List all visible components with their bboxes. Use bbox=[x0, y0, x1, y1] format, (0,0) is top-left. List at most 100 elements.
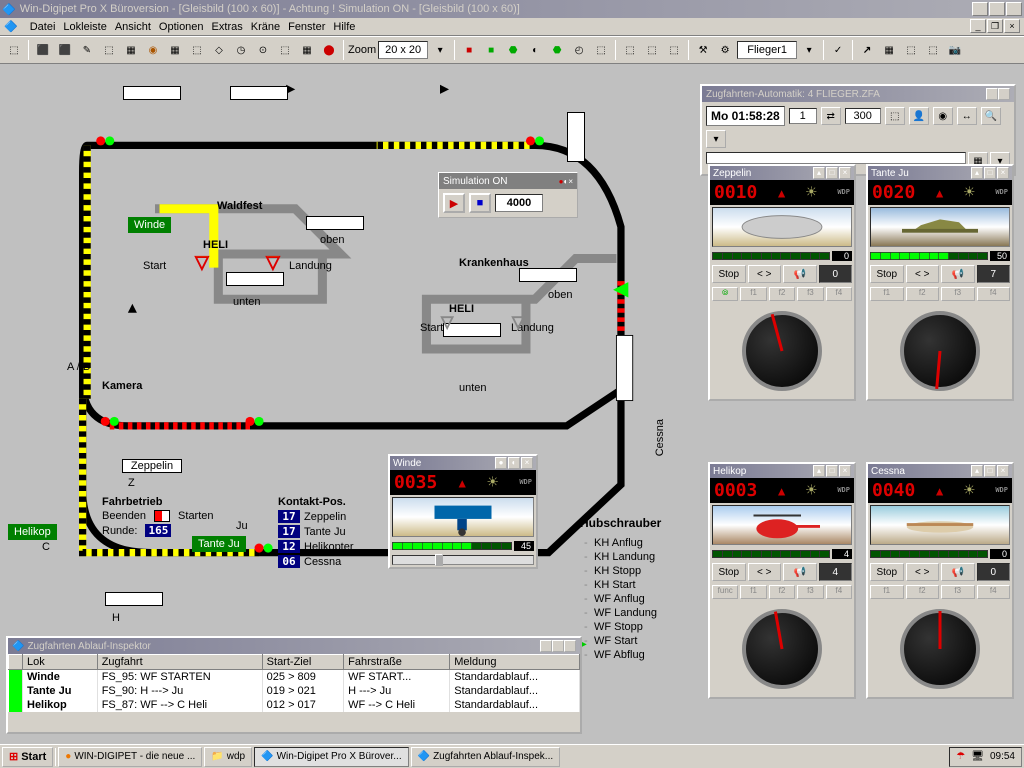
panel-btn[interactable]: □ bbox=[826, 465, 838, 477]
auto-icon[interactable]: ⬚ bbox=[885, 107, 905, 125]
tb-icon[interactable]: ⬣ bbox=[503, 40, 523, 60]
tb-icon[interactable]: ◴ bbox=[569, 40, 589, 60]
sim-play-button[interactable]: ▶ bbox=[443, 193, 465, 213]
val-button[interactable]: 7 bbox=[977, 265, 1011, 283]
f1-button[interactable]: f1 bbox=[740, 585, 766, 599]
helikop-tag[interactable]: Helikop bbox=[8, 524, 57, 540]
tb-icon[interactable]: ⬚ bbox=[99, 40, 119, 60]
tb-icon[interactable]: ⬚ bbox=[187, 40, 207, 60]
slider[interactable] bbox=[392, 555, 534, 565]
dir-button[interactable]: < > bbox=[906, 563, 940, 581]
menu-kraene[interactable]: Kräne bbox=[251, 21, 280, 33]
tb-icon[interactable]: ■ bbox=[459, 40, 479, 60]
child-minimize-button[interactable]: _ bbox=[970, 19, 986, 33]
stop-button[interactable]: Stop bbox=[712, 563, 746, 581]
menu-lokleiste[interactable]: Lokleiste bbox=[63, 21, 106, 33]
auto-icon[interactable]: 🔍 bbox=[981, 107, 1001, 125]
hub-item-active[interactable]: ▶WF Start bbox=[580, 634, 661, 648]
tb-icon[interactable]: ⚒ bbox=[693, 40, 713, 60]
table-row[interactable]: HelikopFS_87: WF --> C Heli012 > 017WF -… bbox=[9, 698, 580, 712]
task-item[interactable]: 🔷Win-Digipet Pro X Bürover... bbox=[254, 747, 409, 767]
menu-optionen[interactable]: Optionen bbox=[159, 21, 204, 33]
f4-button[interactable]: f4 bbox=[826, 287, 852, 301]
child-restore-button[interactable]: ❐ bbox=[987, 19, 1003, 33]
panel-btn[interactable]: ● bbox=[495, 457, 507, 469]
val-button[interactable]: 0 bbox=[819, 265, 853, 283]
zoom-input[interactable] bbox=[378, 41, 428, 59]
close-button[interactable]: × bbox=[1006, 2, 1022, 16]
tb-icon[interactable]: ▦ bbox=[879, 40, 899, 60]
speed-dial[interactable] bbox=[710, 303, 854, 399]
tb-icon[interactable]: ✎ bbox=[77, 40, 97, 60]
speed-bar[interactable] bbox=[392, 542, 512, 550]
automation-val1[interactable]: 1 bbox=[789, 108, 817, 124]
sim-stop-button[interactable]: ■ bbox=[469, 193, 491, 213]
menu-fenster[interactable]: Fenster bbox=[288, 21, 325, 33]
tb-icon[interactable]: ⊙ bbox=[253, 40, 273, 60]
flieger-input[interactable] bbox=[737, 41, 797, 59]
menu-ansicht[interactable]: Ansicht bbox=[115, 21, 151, 33]
winde-tag[interactable]: Winde bbox=[128, 217, 171, 233]
speed-bar[interactable] bbox=[870, 252, 988, 260]
tb-icon[interactable]: ⬚ bbox=[275, 40, 295, 60]
task-item[interactable]: 📁wdp bbox=[204, 747, 252, 767]
tb-icon[interactable]: ◉ bbox=[143, 40, 163, 60]
tb-icon[interactable]: ↗ bbox=[857, 40, 877, 60]
tray-icon[interactable]: ☂ bbox=[956, 751, 965, 762]
tb-icon[interactable]: ▦ bbox=[297, 40, 317, 60]
panel-btn[interactable]: □ bbox=[984, 167, 996, 179]
tb-icon[interactable]: 📷 bbox=[945, 40, 965, 60]
fn0-button[interactable]: ⦾ bbox=[712, 287, 738, 301]
stop-button[interactable]: Stop bbox=[870, 265, 904, 283]
menu-extras[interactable]: Extras bbox=[212, 21, 243, 33]
f2-button[interactable]: f2 bbox=[906, 585, 940, 599]
tray-icon[interactable]: 🖥 bbox=[971, 751, 984, 762]
horn-button[interactable]: 📢 bbox=[941, 563, 975, 581]
tb-icon[interactable]: ⬛ bbox=[33, 40, 53, 60]
horn-button[interactable]: 📢 bbox=[783, 265, 817, 283]
hub-item[interactable]: WF Landung bbox=[580, 606, 661, 620]
panel-btn[interactable]: ▴ bbox=[971, 167, 983, 179]
dir-button[interactable]: < > bbox=[748, 563, 782, 581]
insp-max[interactable]: □ bbox=[552, 640, 564, 652]
insp-min[interactable]: ‒ bbox=[540, 640, 552, 652]
auto-dropdown-icon[interactable]: ▾ bbox=[706, 130, 726, 148]
val-button[interactable]: 4 bbox=[819, 563, 853, 581]
speed-bar[interactable] bbox=[712, 252, 830, 260]
auto-icon[interactable]: ↔ bbox=[957, 107, 977, 125]
f4-button[interactable]: f4 bbox=[977, 585, 1011, 599]
menu-hilfe[interactable]: Hilfe bbox=[333, 21, 355, 33]
f3-button[interactable]: f3 bbox=[941, 287, 975, 301]
horn-button[interactable]: 📢 bbox=[783, 563, 817, 581]
zoom-dropdown-icon[interactable]: ▾ bbox=[430, 40, 450, 60]
f2-button[interactable]: f2 bbox=[769, 585, 795, 599]
f4-button[interactable]: f4 bbox=[977, 287, 1011, 301]
f3-button[interactable]: f3 bbox=[797, 585, 823, 599]
automation-val2[interactable]: 300 bbox=[845, 108, 881, 124]
f3-button[interactable]: f3 bbox=[797, 287, 823, 301]
panel-btn[interactable]: ▴ bbox=[971, 465, 983, 477]
child-close-button[interactable]: × bbox=[1004, 19, 1020, 33]
speed-dial[interactable] bbox=[868, 601, 1012, 697]
f2-button[interactable]: f2 bbox=[769, 287, 795, 301]
panel-btn[interactable]: ▴ bbox=[813, 465, 825, 477]
stop-button[interactable]: Stop bbox=[712, 265, 746, 283]
func-button[interactable]: func bbox=[712, 585, 738, 599]
tb-icon[interactable]: ◐ bbox=[525, 40, 545, 60]
tb-icon[interactable]: ⬚ bbox=[923, 40, 943, 60]
tb-icon[interactable]: ⬚ bbox=[901, 40, 921, 60]
start-button[interactable]: ⊞Start bbox=[2, 747, 53, 767]
hub-item[interactable]: KH Landung bbox=[580, 550, 661, 564]
tb-icon[interactable]: ◇ bbox=[209, 40, 229, 60]
tb-icon[interactable]: ⬚ bbox=[591, 40, 611, 60]
table-row[interactable]: Tante JuFS_90: H ---> Ju019 > 021H ---> … bbox=[9, 684, 580, 698]
tb-icon[interactable]: ▦ bbox=[165, 40, 185, 60]
panel-btn[interactable]: □ bbox=[984, 465, 996, 477]
tb-icon[interactable]: ⬚ bbox=[620, 40, 640, 60]
tb-icon[interactable]: ⬚ bbox=[642, 40, 662, 60]
dir-button[interactable]: < > bbox=[748, 265, 782, 283]
panel-close[interactable]: × bbox=[839, 465, 851, 477]
task-item[interactable]: ●WIN-DIGIPET - die neue ... bbox=[58, 747, 202, 767]
insp-close[interactable]: × bbox=[564, 640, 576, 652]
hub-item[interactable]: WF Anflug bbox=[580, 592, 661, 606]
